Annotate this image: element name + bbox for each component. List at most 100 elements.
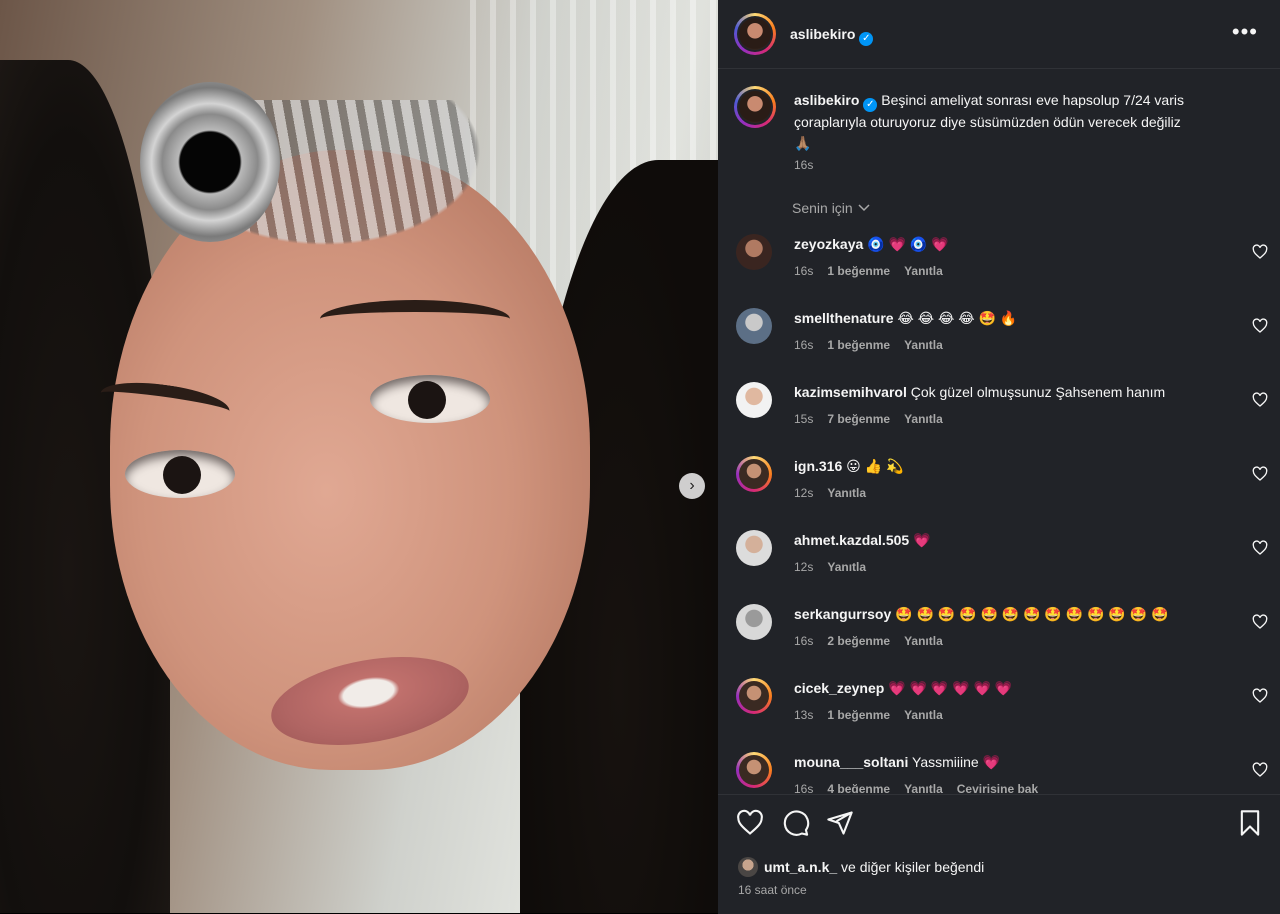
comment-time: 16s bbox=[794, 782, 814, 793]
commenter-username[interactable]: serkangurrsoy bbox=[794, 606, 891, 622]
commenter-avatar[interactable] bbox=[736, 530, 772, 566]
commenter-avatar[interactable] bbox=[736, 382, 772, 418]
comment-meta: 12s Yanıtla bbox=[794, 560, 880, 574]
commenter-avatar[interactable] bbox=[736, 604, 772, 640]
reply-button[interactable]: Yanıtla bbox=[904, 708, 943, 722]
comment-item: mouna___soltani Yassmiiine 💗 16s 4 beğenm… bbox=[718, 748, 1280, 793]
commenter-username[interactable]: cicek_zeynep bbox=[794, 680, 884, 696]
comment-text: 💗 bbox=[913, 532, 931, 548]
comment-like-count[interactable]: 7 beğenme bbox=[827, 412, 890, 426]
comment-text-line: mouna___soltani Yassmiiine 💗 bbox=[794, 752, 1234, 772]
photo-eye bbox=[125, 450, 235, 498]
see-translation-button[interactable]: Çevirisine bak bbox=[957, 782, 1038, 793]
caption-time: 16s bbox=[794, 158, 814, 172]
commenter-username[interactable]: smellthenature bbox=[794, 310, 894, 326]
reply-button[interactable]: Yanıtla bbox=[904, 264, 943, 278]
commenter-username[interactable]: ign.316 bbox=[794, 458, 842, 474]
reply-button[interactable]: Yanıtla bbox=[827, 486, 866, 500]
liked-by-avatar[interactable] bbox=[738, 857, 758, 877]
commenter-username[interactable]: zeyozkaya bbox=[794, 236, 863, 252]
comment-item: zeyozkaya 🧿 💗 🧿 💗 16s 1 beğenme Yanıtla bbox=[718, 230, 1280, 304]
comment-like-heart-icon[interactable] bbox=[1252, 688, 1268, 704]
comment-meta: 16s 1 beğenme Yanıtla bbox=[794, 338, 957, 352]
comment-text: 💗 💗 💗 💗 💗 💗 bbox=[888, 680, 1013, 696]
comment-text-line: kazimsemihvarol Çok güzel olmuşsunuz Şah… bbox=[794, 382, 1234, 402]
commenter-avatar[interactable] bbox=[736, 308, 772, 344]
comment-text: 😂 😂 😂 😂 🤩 🔥 bbox=[897, 310, 1018, 326]
post-age: 16 saat önce bbox=[738, 883, 807, 897]
comment-text-line: zeyozkaya 🧿 💗 🧿 💗 bbox=[794, 234, 1234, 254]
chevron-down-icon bbox=[858, 204, 870, 212]
reply-button[interactable]: Yanıtla bbox=[904, 338, 943, 352]
reply-button[interactable]: Yanıtla bbox=[904, 782, 943, 793]
comment-like-heart-icon[interactable] bbox=[1252, 540, 1268, 556]
commenter-avatar[interactable] bbox=[736, 456, 772, 492]
comment-text: Çok güzel olmuşsunuz Şahsenem hanım bbox=[910, 384, 1166, 400]
comment-meta: 16s 2 beğenme Yanıtla bbox=[794, 634, 957, 648]
comment-sort-label: Senin için bbox=[792, 200, 853, 216]
commenter-avatar[interactable] bbox=[736, 678, 772, 714]
comments-list: zeyozkaya 🧿 💗 🧿 💗 16s 1 beğenme Yanıtla sm… bbox=[718, 230, 1280, 793]
liked-by-text: ve diğer kişiler bbox=[837, 859, 935, 875]
comment-like-heart-icon[interactable] bbox=[1252, 466, 1268, 482]
liked-by-username[interactable]: umt_a.n.k_ bbox=[764, 859, 837, 875]
comment-text-line: cicek_zeynep 💗 💗 💗 💗 💗 💗 bbox=[794, 678, 1234, 698]
verified-badge-icon: ✓ bbox=[863, 98, 878, 112]
commenter-username[interactable]: kazimsemihvarol bbox=[794, 384, 907, 400]
caption-text: aslibekiro ✓ Beşinci ameliyat sonrası eve… bbox=[794, 90, 1244, 154]
more-options-icon[interactable]: ••• bbox=[1232, 21, 1258, 43]
post-photo[interactable]: › bbox=[0, 0, 718, 913]
comment-text-line: ahmet.kazdal.505 💗 bbox=[794, 530, 1234, 550]
post-side-panel: aslibekiro ✓ ••• aslibekiro ✓ Beşinci amel… bbox=[718, 0, 1280, 914]
comment-like-heart-icon[interactable] bbox=[1252, 392, 1268, 408]
caption-author-avatar[interactable] bbox=[734, 86, 776, 128]
reply-button[interactable]: Yanıtla bbox=[904, 412, 943, 426]
share-icon[interactable] bbox=[826, 809, 854, 837]
liked-by-summary: umt_a.n.k_ ve diğer kişiler beğendi bbox=[738, 857, 984, 877]
comment-meta: 15s 7 beğenme Yanıtla bbox=[794, 412, 957, 426]
reply-button[interactable]: Yanıtla bbox=[904, 634, 943, 648]
comment-time: 16s bbox=[794, 338, 814, 352]
comment-time: 16s bbox=[794, 634, 814, 648]
comment-icon[interactable] bbox=[782, 809, 810, 837]
comment-time: 12s bbox=[794, 560, 814, 574]
comment-text: Yassmiiine 💗 bbox=[912, 754, 1000, 770]
post-header: aslibekiro ✓ ••• bbox=[718, 0, 1280, 69]
reply-button[interactable]: Yanıtla bbox=[827, 560, 866, 574]
commenter-username[interactable]: mouna___soltani bbox=[794, 754, 908, 770]
comment-text: 🧿 💗 🧿 💗 bbox=[867, 236, 949, 252]
comment-like-heart-icon[interactable] bbox=[1252, 318, 1268, 334]
caption-emoji: 🙏🏽 bbox=[794, 135, 812, 151]
author-username[interactable]: aslibekiro bbox=[790, 26, 855, 42]
comment-time: 12s bbox=[794, 486, 814, 500]
comment-meta: 13s 1 beğenme Yanıtla bbox=[794, 708, 957, 722]
photo-headpiece-medallion bbox=[140, 82, 280, 242]
comment-like-heart-icon[interactable] bbox=[1252, 762, 1268, 778]
comment-like-count[interactable]: 1 beğenme bbox=[827, 338, 890, 352]
commenter-avatar[interactable] bbox=[736, 234, 772, 270]
comment-like-count[interactable]: 1 beğenme bbox=[827, 264, 890, 278]
comment-like-heart-icon[interactable] bbox=[1252, 244, 1268, 260]
comment-like-count[interactable]: 2 beğenme bbox=[827, 634, 890, 648]
comment-like-heart-icon[interactable] bbox=[1252, 614, 1268, 630]
commenter-username[interactable]: ahmet.kazdal.505 bbox=[794, 532, 909, 548]
next-photo-button[interactable]: › bbox=[679, 473, 705, 499]
comment-item: ahmet.kazdal.505 💗 12s Yanıtla bbox=[718, 526, 1280, 600]
commenter-avatar[interactable] bbox=[736, 752, 772, 788]
comment-meta: 16s 4 beğenme Yanıtla Çevirisine bak bbox=[794, 782, 1052, 793]
comment-like-count[interactable]: 4 beğenme bbox=[827, 782, 890, 793]
comment-text-line: serkangurrsoy 🤩 🤩 🤩 🤩 🤩 🤩 🤩 🤩 🤩 🤩 🤩 🤩 🤩 bbox=[794, 604, 1234, 624]
like-heart-icon[interactable] bbox=[736, 809, 764, 837]
chevron-right-icon: › bbox=[689, 477, 695, 494]
comment-like-count[interactable]: 1 beğenme bbox=[827, 708, 890, 722]
comment-time: 16s bbox=[794, 264, 814, 278]
comment-item: smellthenature 😂 😂 😂 😂 🤩 🔥 16s 1 beğenme Y… bbox=[718, 304, 1280, 378]
verified-badge-icon: ✓ bbox=[859, 32, 874, 46]
save-bookmark-icon[interactable] bbox=[1236, 809, 1264, 837]
comment-text-line: smellthenature 😂 😂 😂 😂 🤩 🔥 bbox=[794, 308, 1234, 328]
caption-username[interactable]: aslibekiro bbox=[794, 92, 859, 108]
author-avatar[interactable] bbox=[734, 13, 776, 55]
comment-meta: 16s 1 beğenme Yanıtla bbox=[794, 264, 957, 278]
photo-eye bbox=[370, 375, 490, 423]
comment-sort-dropdown[interactable]: Senin için bbox=[792, 200, 871, 216]
